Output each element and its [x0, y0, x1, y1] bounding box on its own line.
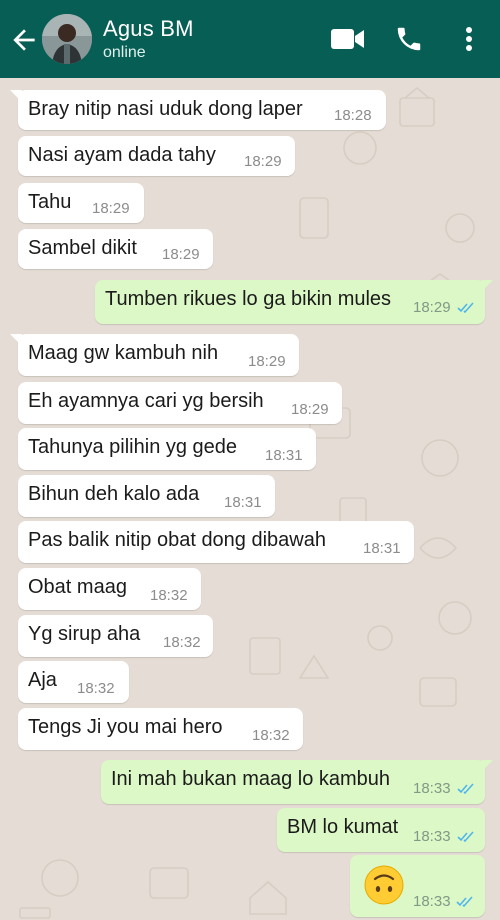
contact-name[interactable]: Agus BM — [103, 16, 194, 42]
message-bubble-incoming[interactable]: Bihun deh kalo ada 18:31 — [18, 475, 275, 517]
message-time: 18:33 — [413, 893, 451, 910]
message-bubble-incoming[interactable]: Aja 18:32 — [18, 661, 129, 703]
message-bubble-incoming[interactable]: Tahunya pilihin yg gede 18:31 — [18, 428, 316, 470]
message-bubble-incoming[interactable]: Nasi ayam dada tahy 18:29 — [18, 136, 295, 176]
message-text: Obat maag — [28, 576, 127, 598]
arrow-back-icon — [13, 29, 35, 51]
message-time: 18:32 — [77, 680, 115, 697]
message-bubble-incoming[interactable]: Maag gw kambuh nih 18:29 — [10, 334, 299, 376]
message-bubble-incoming[interactable]: Sambel dikit 18:29 — [18, 229, 213, 269]
message-text: Yg sirup aha — [28, 623, 141, 645]
message-bubble-incoming[interactable]: Bray nitip nasi uduk dong laper 18:28 — [10, 90, 386, 130]
message-text: Maag gw kambuh nih — [28, 342, 219, 364]
video-call-button[interactable] — [328, 22, 368, 56]
message-time: 18:32 — [252, 727, 290, 744]
read-receipt-icon — [457, 831, 474, 843]
message-text: Ini mah bukan maag lo kambuh — [111, 768, 391, 790]
message-bubble-incoming[interactable]: Pas balik nitip obat dong dibawah 18:31 — [18, 521, 414, 563]
message-time: 18:28 — [334, 107, 372, 124]
message-text: Bihun deh kalo ada — [28, 483, 200, 505]
message-text: Sambel dikit — [28, 237, 137, 259]
video-call-icon — [331, 29, 364, 49]
message-time: 18:32 — [163, 634, 201, 651]
message-text: Nasi ayam dada tahy — [28, 144, 216, 166]
upside-down-face-emoji — [364, 865, 404, 905]
message-bubble-incoming[interactable]: Yg sirup aha 18:32 — [18, 615, 213, 657]
message-text: BM lo kumat — [287, 816, 399, 838]
read-receipt-icon — [456, 896, 473, 908]
message-time: 18:33 — [413, 780, 451, 797]
contact-status: online — [103, 44, 146, 61]
message-bubble-incoming[interactable]: Eh ayamnya cari yg bersih 18:29 — [18, 382, 342, 424]
message-bubble-outgoing[interactable]: BM lo kumat 18:33 — [277, 808, 485, 852]
message-text: Bray nitip nasi uduk dong laper — [28, 98, 303, 120]
more-vert-icon — [466, 27, 472, 51]
read-receipt-icon — [457, 302, 474, 314]
message-time: 18:33 — [413, 828, 451, 845]
message-time: 18:32 — [150, 587, 188, 604]
message-bubble-outgoing[interactable]: Tumben rikues lo ga bikin mules 18:29 — [95, 280, 493, 324]
message-text: Aja — [28, 669, 57, 691]
message-text: Tengs Ji you mai hero — [28, 716, 223, 738]
more-options-button[interactable] — [456, 22, 482, 56]
message-bubble-incoming[interactable]: Obat maag 18:32 — [18, 568, 201, 610]
message-text: Eh ayamnya cari yg bersih — [28, 390, 264, 412]
voice-call-button[interactable] — [392, 22, 426, 56]
message-bubble-outgoing[interactable]: Ini mah bukan maag lo kambuh 18:33 — [101, 760, 493, 804]
message-time: 18:31 — [363, 540, 401, 557]
message-time: 18:29 — [92, 200, 130, 217]
message-list[interactable]: Bray nitip nasi uduk dong laper 18:28 Na… — [0, 78, 500, 920]
contact-avatar[interactable] — [42, 14, 92, 64]
read-receipt-icon — [457, 783, 474, 795]
message-text: Tahunya pilihin yg gede — [28, 436, 238, 458]
message-time: 18:29 — [413, 299, 451, 316]
back-button[interactable] — [8, 24, 40, 56]
message-bubble-incoming[interactable]: Tahu 18:29 — [18, 183, 144, 223]
message-time: 18:31 — [224, 494, 262, 511]
message-time: 18:29 — [248, 353, 286, 370]
message-time: 18:29 — [291, 401, 329, 418]
phone-call-icon — [397, 27, 421, 51]
avatar-photo — [42, 14, 92, 64]
message-time: 18:29 — [244, 153, 282, 170]
message-bubble-incoming[interactable]: Tengs Ji you mai hero 18:32 — [18, 708, 303, 750]
message-text: Tumben rikues lo ga bikin mules — [105, 288, 392, 310]
chat-header: Agus BM online — [0, 0, 500, 78]
message-time: 18:31 — [265, 447, 303, 464]
message-bubble-outgoing-emoji[interactable]: 18:33 — [350, 855, 485, 917]
message-text: Tahu — [28, 191, 72, 213]
message-time: 18:29 — [162, 246, 200, 263]
message-text: Pas balik nitip obat dong dibawah — [28, 529, 326, 551]
